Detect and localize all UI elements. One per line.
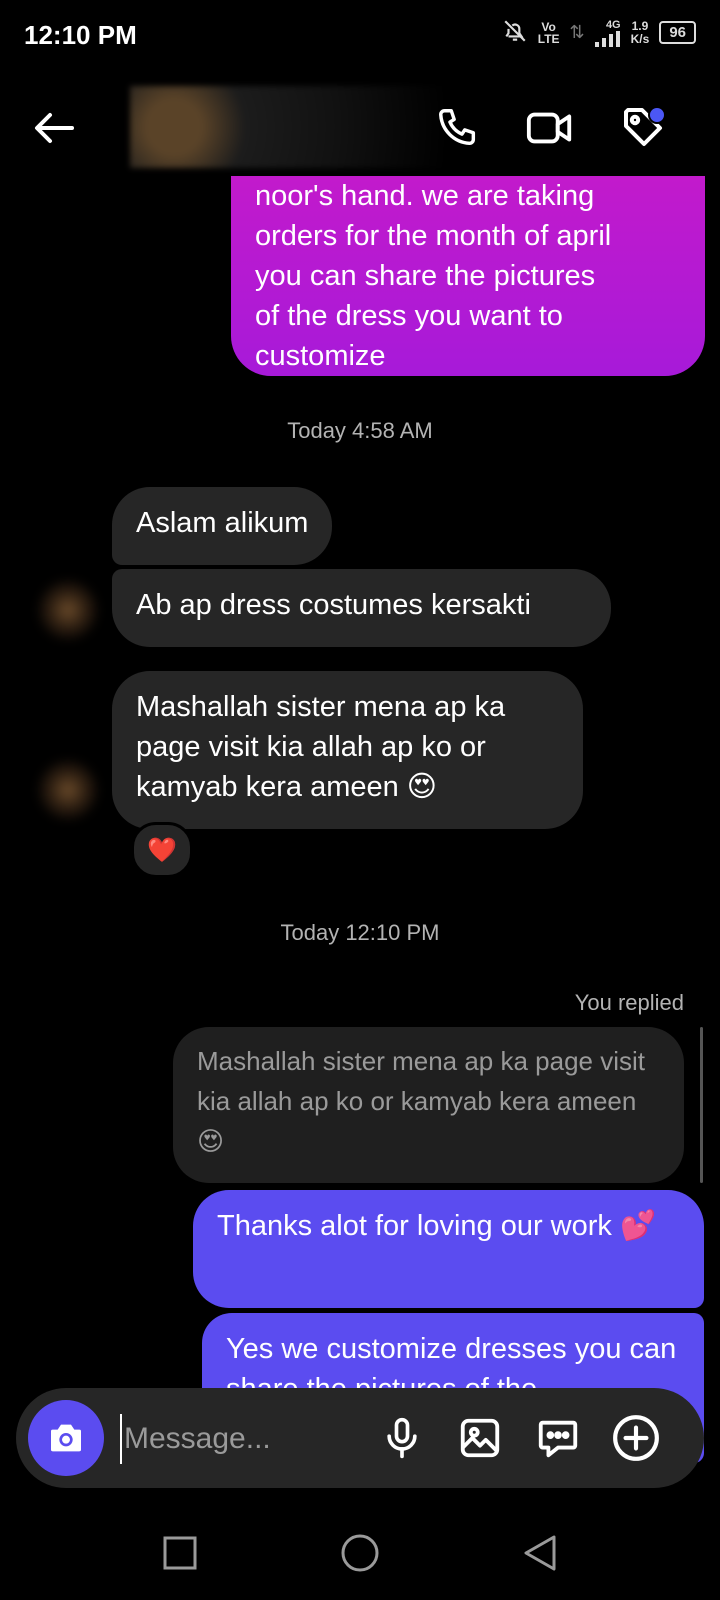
recents-button[interactable] [157, 1530, 203, 1576]
gallery-icon [460, 1418, 500, 1458]
contact-name-avatar-blurred[interactable] [130, 86, 445, 168]
back-button[interactable] [28, 102, 80, 154]
status-time: 12:10 PM [24, 20, 137, 50]
heart-icon: ❤️ [147, 836, 177, 864]
message-text: Thanks alot for loving our work 💕 [217, 1210, 657, 1242]
message-input[interactable] [120, 1414, 376, 1464]
camera-button[interactable] [28, 1400, 104, 1476]
volte-bottom-label: LTE [537, 31, 560, 46]
message-text: Ab ap dress costumes kersakti [136, 589, 531, 621]
volte-icon: Vo LTE [538, 21, 560, 45]
back-arrow-icon [35, 113, 74, 143]
you-replied-label: You replied [574, 990, 684, 1015]
battery-icon: 96 [659, 21, 696, 44]
recents-square-icon [163, 1536, 197, 1570]
quoted-message[interactable]: Mashallah sister mena ap ka page visit k… [173, 1027, 684, 1183]
data-arrows-icon: ⇅ [569, 22, 585, 42]
speed-unit: K/s [630, 31, 650, 46]
status-icons: Vo LTE ⇅ 4G 1.9 K/s 96 [502, 18, 696, 47]
speed-value: 1.9 [631, 18, 649, 33]
more-options-button[interactable] [608, 1410, 664, 1466]
incoming-message-bubble[interactable]: Aslam alikum [112, 487, 333, 565]
signal-icon: 4G [594, 18, 621, 47]
incoming-message-bubble[interactable]: Ab ap dress costumes kersakti [112, 569, 611, 647]
tag-button[interactable] [618, 102, 670, 154]
mute-notification-icon [502, 18, 528, 47]
network-type: 4G [605, 18, 621, 31]
video-call-button[interactable] [524, 102, 576, 154]
message-line: of the dress you want to [255, 300, 563, 332]
sticker-chat-icon [538, 1420, 578, 1458]
notification-dot [648, 106, 666, 124]
incoming-message-bubble[interactable]: Mashallah sister mena ap ka page visit k… [112, 671, 583, 829]
message-line: you can share the pictures [255, 260, 596, 292]
video-camera-icon [526, 112, 572, 144]
message-line: customize [255, 340, 386, 372]
data-speed: 1.9 K/s [630, 18, 650, 46]
quoted-text: Mashallah sister mena ap ka page visit k… [197, 1046, 646, 1156]
message-text: Mashallah sister mena ap ka page visit k… [136, 691, 506, 803]
message-line: noor's hand. we are taking [255, 180, 595, 212]
sender-avatar[interactable] [38, 580, 98, 640]
phone-icon [439, 109, 476, 146]
back-triangle-icon [524, 1535, 556, 1571]
camera-icon [51, 1424, 81, 1452]
chat-header [0, 80, 720, 176]
home-button[interactable] [337, 1530, 383, 1576]
home-circle-icon [341, 1534, 379, 1572]
microphone-icon [387, 1417, 417, 1459]
timestamp: Today 4:58 AM [287, 418, 433, 443]
message-composer [16, 1388, 704, 1488]
gallery-button[interactable] [452, 1410, 508, 1466]
heart-reaction[interactable]: ❤️ [131, 822, 193, 878]
voice-message-button[interactable] [374, 1410, 430, 1466]
battery-level: 96 [669, 24, 686, 41]
sender-avatar[interactable] [38, 760, 98, 820]
quote-indicator-bar [700, 1027, 703, 1183]
voice-call-button[interactable] [432, 102, 484, 154]
timestamp: Today 12:10 PM [280, 920, 440, 945]
system-navigation-bar [0, 1500, 720, 1600]
plus-circle-icon [613, 1415, 659, 1461]
back-nav-button[interactable] [517, 1530, 563, 1576]
sticker-button[interactable] [530, 1410, 586, 1466]
outgoing-message-bubble[interactable]: Thanks alot for loving our work 💕 [193, 1190, 704, 1308]
message-text: Aslam alikum [136, 507, 309, 539]
message-line: orders for the month of april [255, 220, 612, 252]
volte-top-label: Vo [541, 19, 556, 34]
